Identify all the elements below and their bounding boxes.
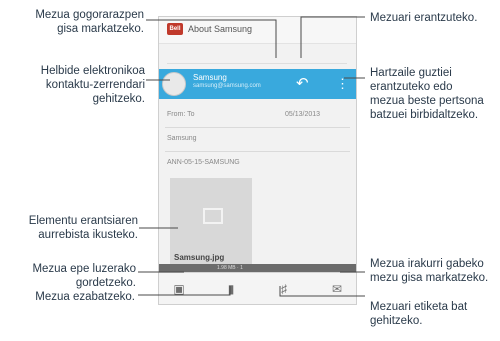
leader-lines xyxy=(138,16,365,297)
leader-line xyxy=(300,16,365,58)
leader-line xyxy=(279,286,365,297)
leader-line xyxy=(146,19,277,58)
leader-line xyxy=(138,286,231,296)
